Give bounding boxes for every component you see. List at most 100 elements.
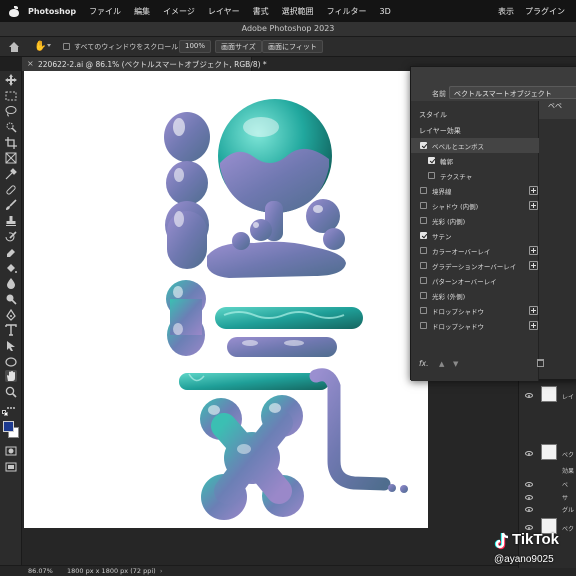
move-up-icon[interactable]: ▲ <box>439 360 444 368</box>
add-drop-shadow-icon[interactable] <box>529 306 538 315</box>
eye-icon[interactable] <box>525 482 533 487</box>
layer-name-field[interactable]: ベクトルスマートオブジェクト <box>449 86 576 99</box>
crop-tool-icon[interactable] <box>5 137 17 149</box>
menu-app-name[interactable]: Photoshop <box>28 7 76 16</box>
brush-tool-icon[interactable] <box>5 199 17 211</box>
color-overlay-checkbox[interactable] <box>420 247 427 254</box>
move-tool-icon[interactable] <box>5 74 17 86</box>
fx-menu[interactable]: fx. <box>419 359 428 368</box>
style-drop-shadow-2[interactable]: ドロップシャドウ <box>411 318 539 333</box>
home-icon[interactable] <box>9 42 20 52</box>
close-icon[interactable]: × <box>27 59 34 68</box>
contour-checkbox[interactable] <box>428 157 435 164</box>
menu-select[interactable]: 選択範囲 <box>282 6 314 17</box>
eyedropper-tool-icon[interactable] <box>5 168 17 180</box>
hand-tool-active-icon[interactable] <box>5 370 17 382</box>
foreground-color-swatch[interactable] <box>3 421 14 432</box>
quick-mask-icon[interactable] <box>5 445 17 457</box>
style-list-styles[interactable]: スタイル <box>411 107 539 122</box>
style-texture[interactable]: テクスチャ <box>411 168 539 183</box>
zoom-100-button[interactable]: 100% <box>179 40 212 53</box>
bevel-emboss-checkbox[interactable] <box>420 142 427 149</box>
zoom-tool-icon[interactable] <box>5 386 17 398</box>
menu-filter[interactable]: フィルター <box>327 6 367 17</box>
style-label: サテン <box>432 233 452 241</box>
history-brush-tool-icon[interactable] <box>5 231 17 243</box>
document-tab[interactable]: × 220622-2.ai @ 86.1% (ベクトルスマートオブジェクト, R… <box>22 57 267 71</box>
stroke-checkbox[interactable] <box>420 187 427 194</box>
path-selection-tool-icon[interactable] <box>5 340 17 352</box>
style-list-blending[interactable]: レイヤー効果 <box>411 123 539 138</box>
middle-left-drop <box>166 280 206 356</box>
chevron-down-icon[interactable] <box>47 44 51 47</box>
add-inner-shadow-icon[interactable] <box>529 201 538 210</box>
pattern-overlay-checkbox[interactable] <box>420 277 427 284</box>
style-pattern-overlay[interactable]: パターンオーバーレイ <box>411 273 539 288</box>
satin-checkbox[interactable] <box>420 232 427 239</box>
menu-type[interactable]: 書式 <box>253 6 269 17</box>
quick-select-tool-icon[interactable] <box>5 121 17 133</box>
gradient-overlay-checkbox[interactable] <box>420 262 427 269</box>
stamp-tool-icon[interactable] <box>5 215 17 227</box>
add-stroke-icon[interactable] <box>529 186 538 195</box>
style-label: 境界線 <box>432 188 452 196</box>
outer-glow-checkbox[interactable] <box>420 292 427 299</box>
default-colors-icon[interactable] <box>2 410 9 417</box>
layer-row[interactable]: ベク <box>519 442 576 462</box>
menu-image[interactable]: イメージ <box>163 6 195 17</box>
scroll-all-windows-checkbox[interactable] <box>63 43 70 50</box>
menu-3d[interactable]: 3D <box>380 7 391 16</box>
blur-tool-icon[interactable] <box>5 277 17 289</box>
menu-file[interactable]: ファイル <box>89 6 121 17</box>
dodge-tool-icon[interactable] <box>5 293 17 305</box>
style-contour[interactable]: 輪郭 <box>411 153 539 168</box>
eye-icon[interactable] <box>525 393 533 398</box>
marquee-tool-icon[interactable] <box>5 90 17 102</box>
add-drop-shadow-icon[interactable] <box>529 321 538 330</box>
fit-screen-button[interactable]: 画面サイズ <box>215 40 262 53</box>
add-color-overlay-icon[interactable] <box>529 246 538 255</box>
hand-tool-icon[interactable]: ✋ <box>34 41 46 52</box>
style-label: 輪郭 <box>440 158 453 166</box>
type-tool-icon[interactable] <box>5 324 17 336</box>
style-drop-shadow[interactable]: ドロップシャドウ <box>411 303 539 318</box>
bevel-section-label: ベベ <box>548 102 562 110</box>
eye-icon[interactable] <box>525 451 533 456</box>
style-outer-glow[interactable]: 光彩 (外側) <box>411 288 539 303</box>
apple-icon[interactable] <box>9 5 19 17</box>
menu-plugins[interactable]: プラグイン <box>525 6 565 17</box>
menu-edit[interactable]: 編集 <box>134 6 150 17</box>
pen-tool-icon[interactable] <box>5 309 17 321</box>
style-bevel-emboss[interactable]: ベベルとエンボス <box>411 138 539 153</box>
frame-tool-icon[interactable] <box>5 152 17 164</box>
screen-mode-icon[interactable] <box>5 461 17 473</box>
status-zoom[interactable]: 86.07% <box>28 567 53 575</box>
artboard[interactable] <box>24 71 428 528</box>
drop-shadow-checkbox[interactable] <box>420 307 427 314</box>
shape-tool-icon[interactable] <box>5 356 17 368</box>
layer-style-dialog[interactable]: 名前 : ベクトルスマートオブジェクト スタイル レイヤー効果 ベベルとエンボス… <box>410 66 576 381</box>
drop-shadow-checkbox[interactable] <box>420 322 427 329</box>
style-color-overlay[interactable]: カラーオーバーレイ <box>411 243 539 258</box>
inner-glow-checkbox[interactable] <box>420 217 427 224</box>
trash-icon[interactable] <box>537 359 544 367</box>
paint-bucket-tool-icon[interactable] <box>5 262 17 274</box>
style-stroke[interactable]: 境界線 <box>411 183 539 198</box>
move-down-icon[interactable]: ▼ <box>453 360 458 368</box>
chevron-right-icon[interactable]: › <box>160 568 162 575</box>
style-inner-glow[interactable]: 光彩 (内側) <box>411 213 539 228</box>
menu-layer[interactable]: レイヤー <box>208 6 240 17</box>
inner-shadow-checkbox[interactable] <box>420 202 427 209</box>
style-inner-shadow[interactable]: シャドウ (内側) <box>411 198 539 213</box>
healing-brush-tool-icon[interactable] <box>5 184 17 196</box>
menu-view[interactable]: 表示 <box>498 6 514 17</box>
texture-checkbox[interactable] <box>428 172 435 179</box>
style-satin[interactable]: サテン <box>411 228 539 243</box>
eraser-tool-icon[interactable] <box>5 246 17 258</box>
lasso-tool-icon[interactable] <box>5 105 17 117</box>
layer-row[interactable]: レイ <box>519 384 576 404</box>
fill-screen-button[interactable]: 画面にフィット <box>262 40 323 53</box>
eye-icon[interactable] <box>525 507 533 512</box>
style-gradient-overlay[interactable]: グラデーションオーバーレイ <box>411 258 539 273</box>
add-gradient-overlay-icon[interactable] <box>529 261 538 270</box>
